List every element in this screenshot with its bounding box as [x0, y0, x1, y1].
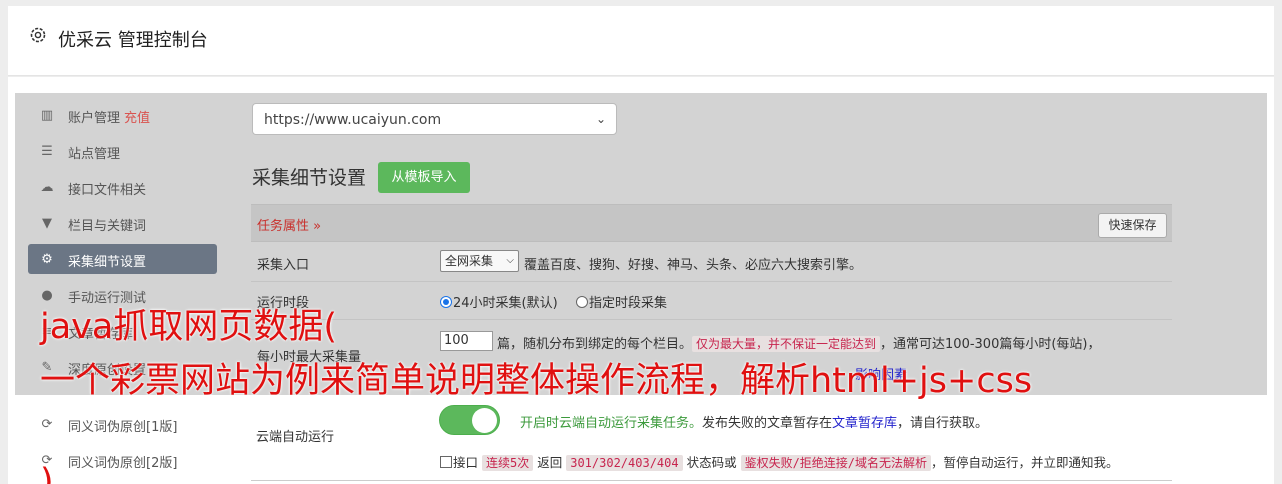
- pause-prefix: 接口: [453, 455, 479, 470]
- refresh-icon: ⟳: [41, 416, 53, 432]
- sidebar-item-collect-settings[interactable]: ⚙ 采集细节设置: [28, 244, 217, 274]
- max-per-hour-input[interactable]: 100: [440, 331, 493, 351]
- bar-chart-icon: ▥: [40, 107, 54, 123]
- sidebar-item-label: 站点管理: [68, 147, 121, 162]
- chevron-down-icon: ⌄: [595, 112, 606, 126]
- server-icon: ☰: [41, 143, 53, 159]
- pause-checkbox[interactable]: [440, 456, 452, 468]
- cloud-desc: 发布失败的文章暂存在: [702, 416, 833, 431]
- page-title: 优采云 管理控制台: [58, 30, 208, 51]
- sidebar-item-label: 接口文件相关: [68, 183, 147, 198]
- section-title: 采集细节设置: [252, 167, 367, 189]
- gears-icon: ⚙: [41, 251, 53, 267]
- import-template-button[interactable]: 从模板导入: [378, 162, 470, 193]
- cloud-upload-icon: ☁: [40, 179, 54, 195]
- sidebar-item-sites[interactable]: ☰ 站点管理: [28, 136, 217, 166]
- recharge-link[interactable]: 充值: [124, 111, 150, 126]
- pause-tail: ，暂停自动运行，并立即通知我。: [931, 455, 1119, 470]
- cloud-run-label: 云端自动运行: [256, 430, 335, 445]
- header-bar: 优采云 管理控制台: [8, 6, 1274, 76]
- radio-timed-label: 指定时段采集: [589, 296, 668, 311]
- caret-icon: »: [313, 219, 322, 234]
- sidebar-item-label: 同义词伪原创[2版]: [68, 456, 178, 471]
- gear-icon: [30, 27, 46, 43]
- sidebar-item-label: 账户管理: [68, 111, 121, 126]
- pause-code2: 301/302/403/404: [566, 455, 683, 471]
- radio-timed[interactable]: 指定时段采集: [576, 292, 667, 311]
- task-attr-label: 任务属性: [257, 219, 310, 234]
- site-select-value: https://www.ucaiyun.com: [264, 112, 442, 128]
- task-attr-header: 任务属性 » 快速保存: [251, 204, 1172, 242]
- radio-unchecked[interactable]: [576, 296, 588, 308]
- site-select[interactable]: https://www.ucaiyun.com ⌄: [252, 103, 617, 135]
- sidebar-item-synonym-v2[interactable]: ⟳ 同义词伪原创[2版]: [28, 445, 217, 475]
- overlay-title-line2: 一个彩票网站为例来简单说明整体操作流程，解析html+js+css: [40, 361, 1033, 401]
- task-attr-toggle[interactable]: 任务属性 »: [257, 215, 321, 234]
- max-desc-tail: ，通常可达100-300篇每小时(每站)，: [880, 337, 1101, 352]
- cloud-desc-tail: ，请自行获取。: [897, 416, 989, 431]
- chevron-down-icon: ⌵: [506, 255, 514, 266]
- radio-24h[interactable]: 24小时采集(默认): [440, 292, 558, 311]
- filter-icon: ▼: [42, 215, 52, 231]
- divider: [251, 480, 1172, 481]
- sidebar-item-interface-files[interactable]: ☁ 接口文件相关: [28, 172, 217, 202]
- pause-rule: 接口 连续5次 返回 301/302/403/404 状态码或 鉴权失败/拒绝连…: [440, 452, 1119, 471]
- pause-mid1: 返回: [537, 455, 563, 470]
- overlay-title-line1: java抓取网页数据(: [40, 307, 337, 347]
- cloud-run-desc: 开启时云端自动运行采集任务。发布失败的文章暂存在文章暂存库，请自行获取。: [520, 412, 988, 431]
- sidebar-item-label: 栏目与关键词: [68, 219, 147, 234]
- toggle-knob: [472, 408, 497, 433]
- radio-24h-label: 24小时采集(默认): [453, 296, 558, 311]
- sidebar-item-label: 采集细节设置: [68, 255, 147, 270]
- row-time: 运行时段: [251, 282, 1172, 320]
- pause-mid2: 状态码或: [686, 455, 737, 470]
- sidebar-item-columns-keywords[interactable]: ▼ 栏目与关键词: [28, 208, 217, 238]
- sidebar-item-account[interactable]: ▥ 账户管理 充值: [28, 100, 217, 130]
- entry-select[interactable]: 全网采集 ⌵: [440, 250, 519, 272]
- entry-desc: 覆盖百度、搜狗、好搜、神马、头条、必应六大搜索引擎。: [524, 258, 863, 273]
- sidebar-item-synonym-v1[interactable]: ⟳ 同义词伪原创[1版]: [28, 409, 217, 439]
- pause-code1: 连续5次: [482, 455, 534, 471]
- cloud-on-text: 开启时云端自动运行采集任务。: [520, 416, 703, 431]
- radio-checked[interactable]: [440, 296, 452, 308]
- article-store-link[interactable]: 文章暂存库: [832, 416, 897, 431]
- max-desc-text: 篇，随机分布到绑定的每个栏目。: [497, 337, 693, 352]
- cloud-run-toggle[interactable]: [439, 405, 500, 435]
- entry-select-value: 全网采集: [445, 254, 494, 268]
- sidebar-item-label: 同义词伪原创[1版]: [68, 420, 178, 435]
- row-label: 采集入口: [257, 258, 310, 273]
- quick-save-button[interactable]: 快速保存: [1098, 213, 1167, 238]
- pause-code3: 鉴权失败/拒绝连接/域名无法解析: [740, 455, 932, 471]
- overlay-title-line3: ): [40, 462, 54, 484]
- max-note: 仅为最大量，并不保证一定能达到: [692, 336, 881, 352]
- max-desc: 篇，随机分布到绑定的每个栏目。 仅为最大量，并不保证一定能达到 ，通常可达100-3…: [497, 333, 1101, 352]
